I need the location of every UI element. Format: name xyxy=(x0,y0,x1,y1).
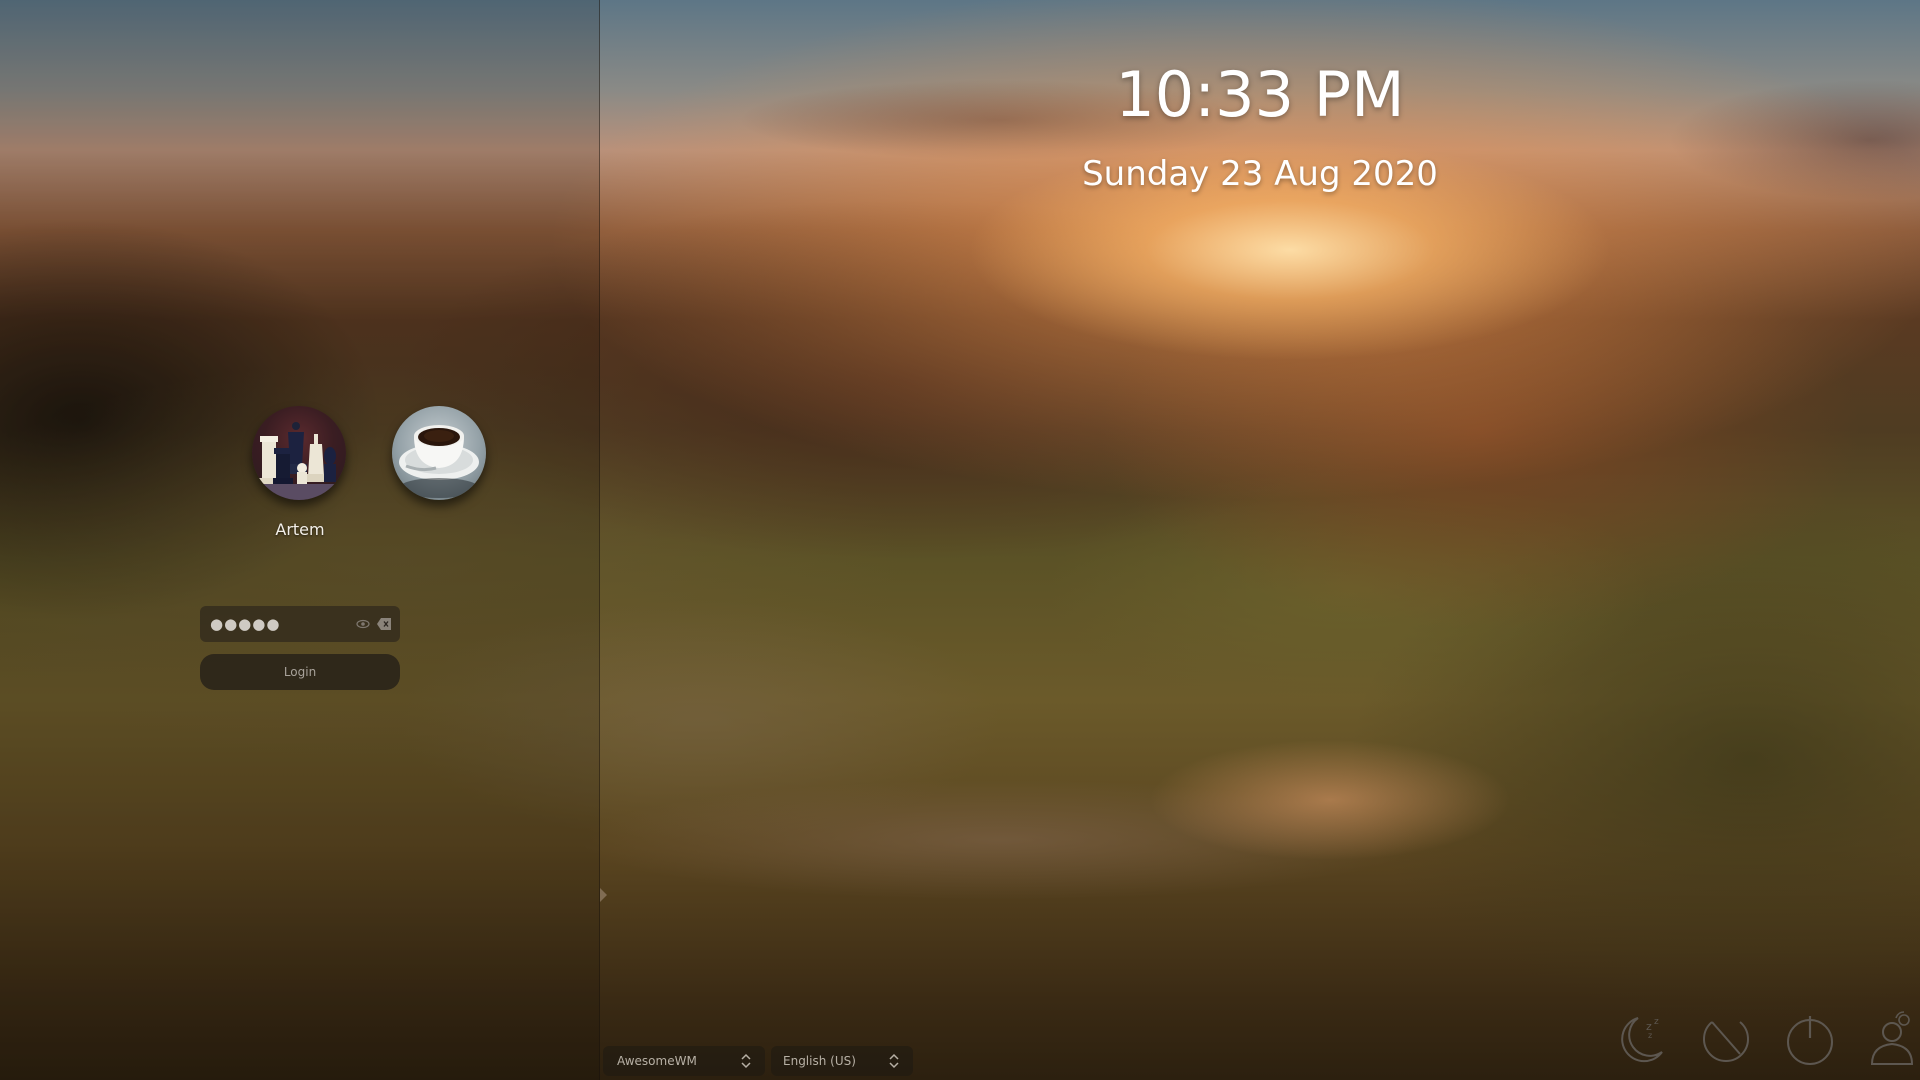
password-field[interactable] xyxy=(200,606,400,642)
login-panel xyxy=(0,0,599,1080)
shutdown-button[interactable] xyxy=(1780,1008,1840,1068)
user-coffee[interactable] xyxy=(392,406,488,500)
session-label: AwesomeWM xyxy=(617,1054,697,1068)
language-label: English (US) xyxy=(783,1054,856,1068)
power-icon xyxy=(1787,1016,1833,1065)
svg-text:z: z xyxy=(1654,1017,1659,1027)
updown-chevron-icon xyxy=(889,1053,899,1069)
updown-chevron-icon xyxy=(741,1053,751,1069)
login-screen: Artem Login 10:33 PM xyxy=(0,0,1920,1080)
session-selector[interactable]: AwesomeWM xyxy=(603,1046,765,1076)
restart-button[interactable] xyxy=(1696,1008,1756,1068)
moon-zzz-icon: z z z xyxy=(1621,1017,1663,1063)
suspend-button[interactable]: z z z xyxy=(1612,1008,1672,1068)
panel-toggle-handle[interactable] xyxy=(600,888,607,902)
keyboard-layout-selector[interactable]: English (US) xyxy=(771,1046,913,1076)
chess-pieces-image xyxy=(252,422,346,500)
switch-user-icon xyxy=(1870,1011,1914,1065)
avatar-coffee[interactable] xyxy=(392,406,486,500)
restart-icon xyxy=(1703,1021,1749,1062)
clock-time: 10:33 PM xyxy=(1115,58,1405,131)
eye-icon[interactable] xyxy=(356,617,370,631)
switch-user-button[interactable] xyxy=(1864,1008,1920,1068)
clock-date: Sunday 23 Aug 2020 xyxy=(1082,154,1438,194)
login-button[interactable]: Login xyxy=(200,654,400,690)
svg-text:z: z xyxy=(1648,1031,1652,1040)
user-artem[interactable]: Artem xyxy=(252,406,348,539)
coffee-cup-image xyxy=(399,425,479,498)
panel-divider xyxy=(599,0,600,1080)
user-name: Artem xyxy=(275,520,325,539)
password-input[interactable] xyxy=(210,606,350,642)
backspace-icon[interactable] xyxy=(376,617,392,631)
avatar-chess[interactable] xyxy=(252,406,346,500)
